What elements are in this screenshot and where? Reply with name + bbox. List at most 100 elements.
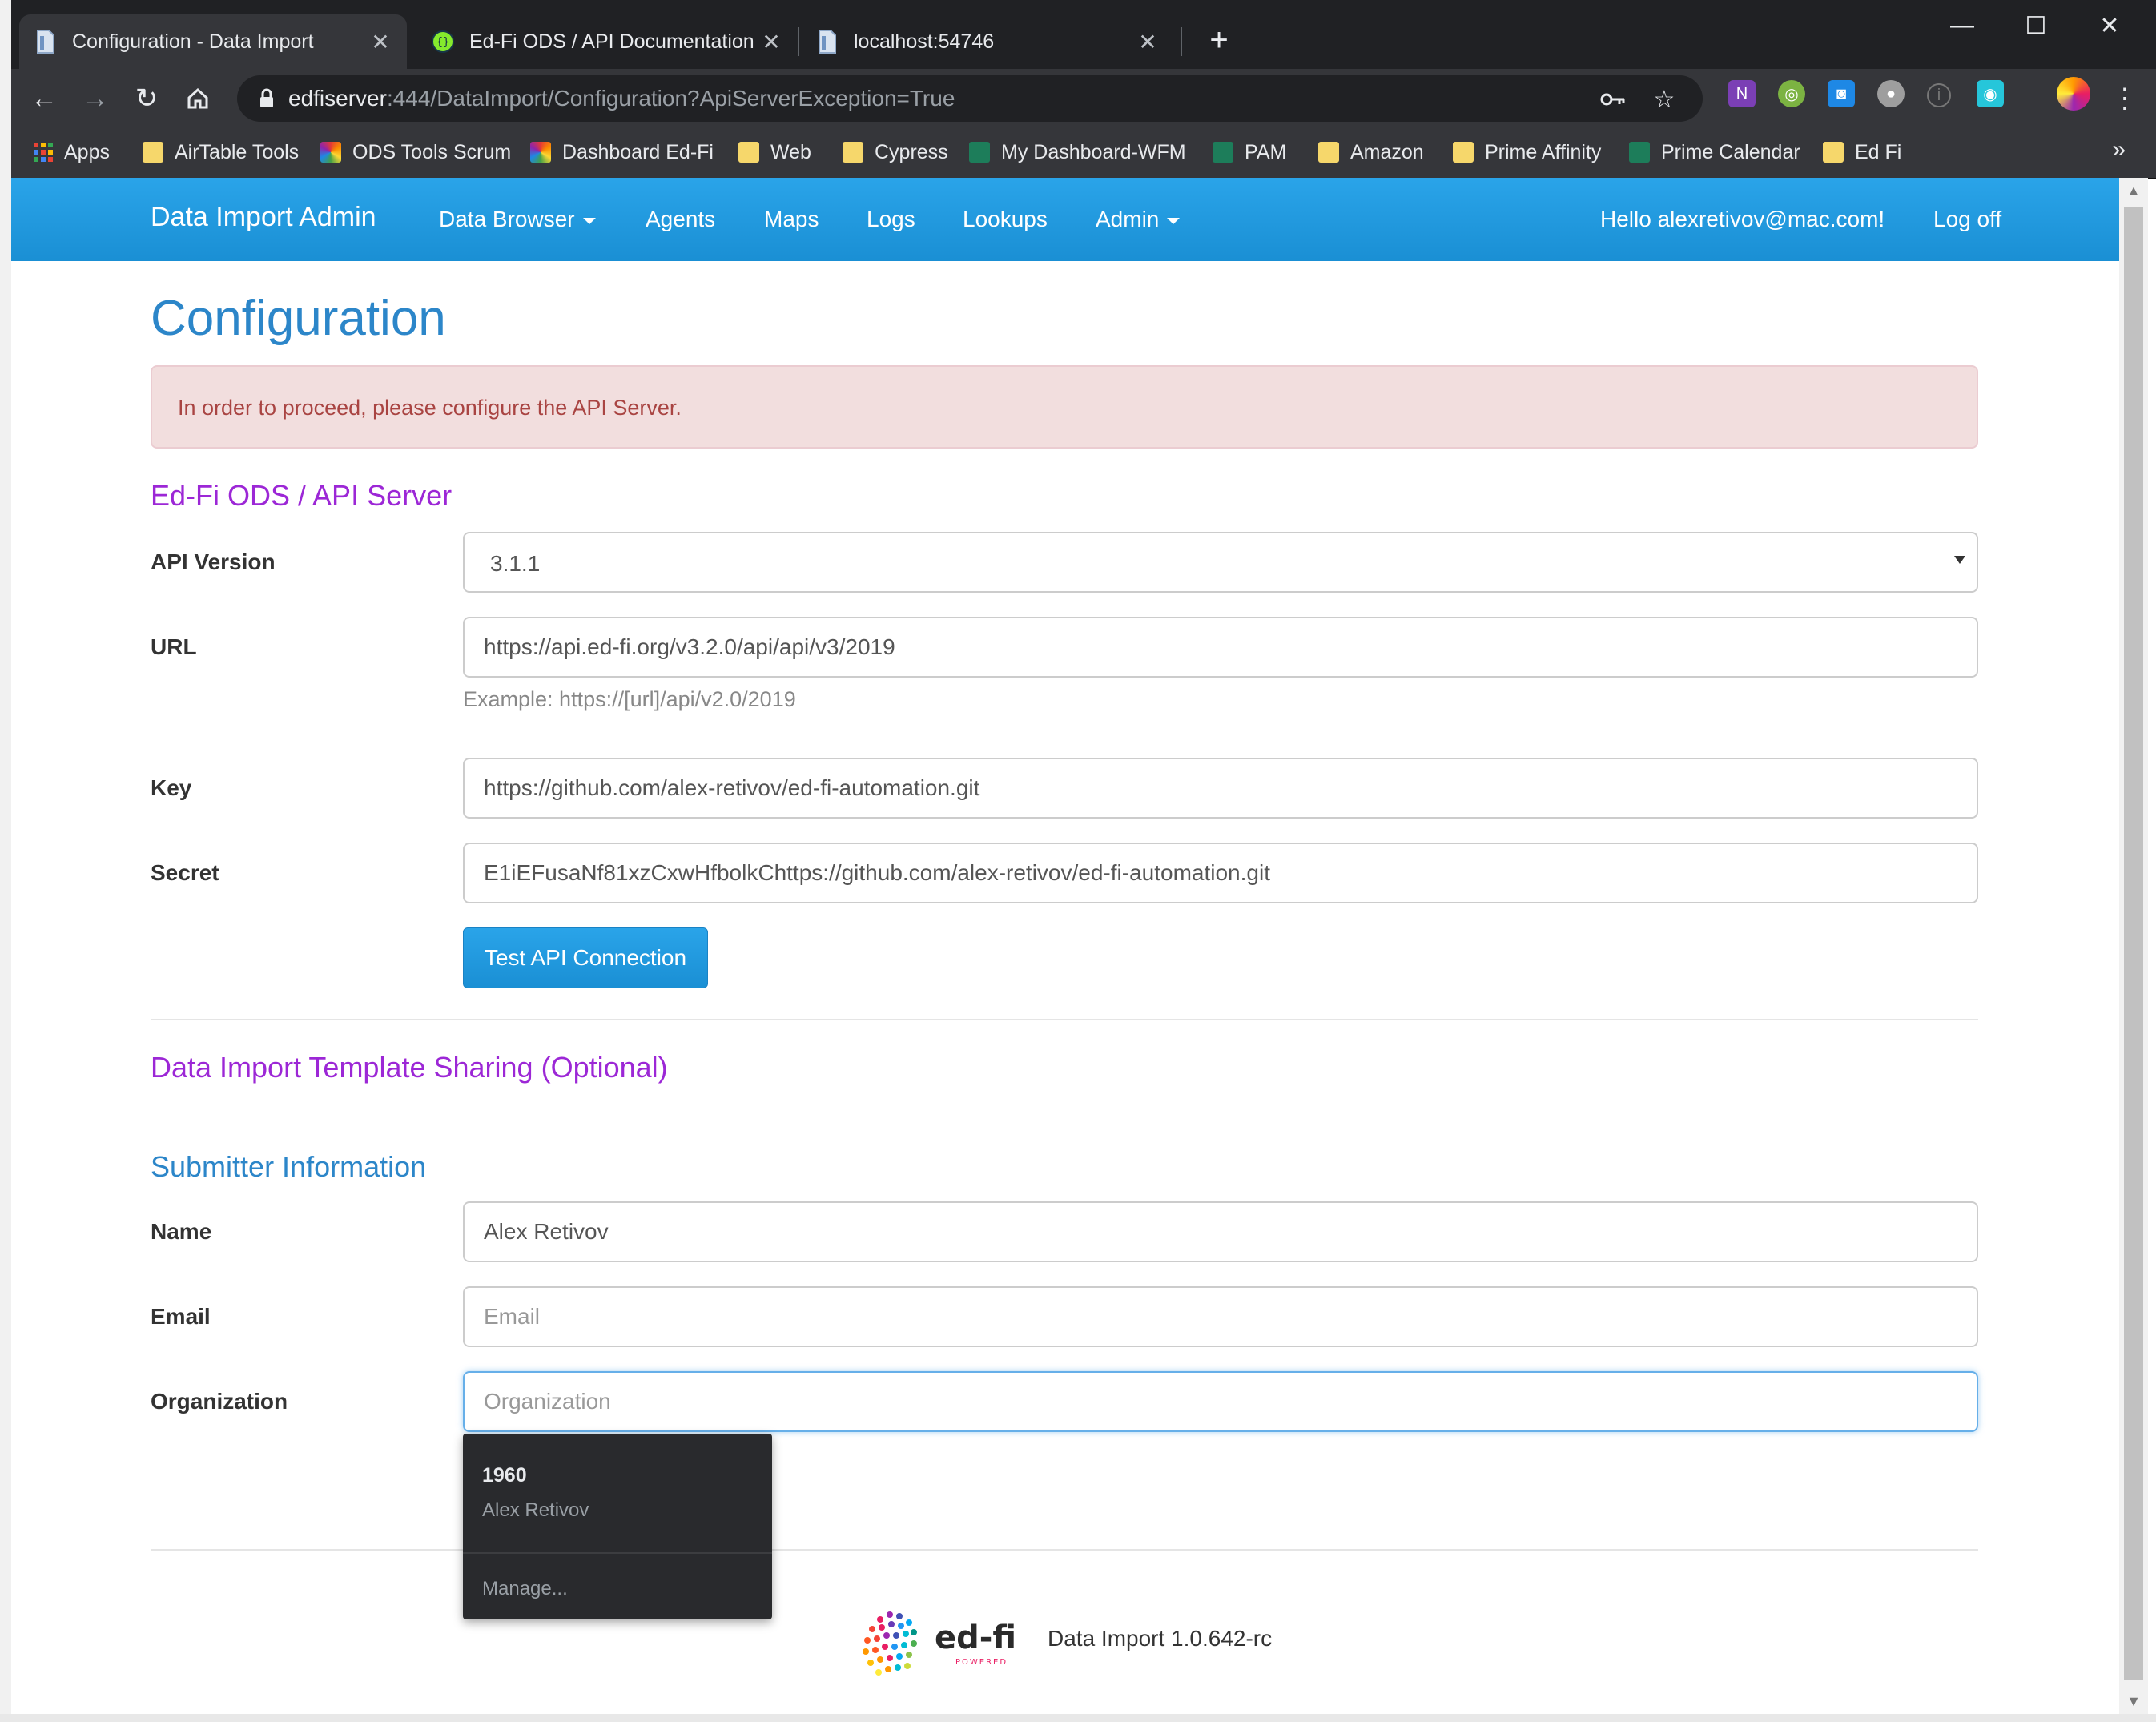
extension-gray-icon[interactable]: ● bbox=[1877, 80, 1905, 107]
email-label: Email bbox=[151, 1304, 211, 1329]
bookmark-amazon[interactable]: Amazon bbox=[1318, 136, 1424, 168]
close-tab-icon[interactable]: ✕ bbox=[1136, 29, 1160, 55]
desktop-bottom-edge bbox=[0, 1714, 2156, 1722]
nav-admin[interactable]: Admin bbox=[1096, 207, 1181, 232]
folder-icon bbox=[1318, 142, 1339, 163]
api-version-value: 3.1.1 bbox=[490, 551, 541, 576]
page-viewport: Data Import Admin Data Browser Agents Ma… bbox=[11, 178, 2119, 1714]
bookmarks-bar: Apps AirTable Tools ODS Tools Scrum Dash… bbox=[11, 128, 2156, 179]
test-api-connection-button[interactable]: Test API Connection bbox=[463, 927, 708, 988]
tab-api-documentation[interactable]: {} Ed-Fi ODS / API Documentation ✕ bbox=[416, 14, 798, 69]
bookmark-my-dashboard-wfm[interactable]: My Dashboard-WFM bbox=[969, 136, 1186, 168]
starburst-icon bbox=[320, 142, 341, 163]
minimize-icon[interactable]: — bbox=[1930, 8, 1994, 43]
folder-icon bbox=[1823, 142, 1844, 163]
svg-text:{}: {} bbox=[436, 36, 450, 49]
lock-icon bbox=[255, 87, 279, 111]
browser-toolbar: ← → ↻ edfiserver:444/DataImport/Configur… bbox=[11, 69, 2156, 128]
new-tab-button[interactable]: + bbox=[1197, 18, 1241, 62]
bookmark-ed-fi[interactable]: Ed Fi bbox=[1823, 136, 1901, 168]
bookmark-label: AirTable Tools bbox=[175, 140, 300, 163]
close-window-icon[interactable]: ✕ bbox=[2078, 8, 2142, 43]
bookmark-label: My Dashboard-WFM bbox=[1001, 140, 1186, 163]
autofill-suggestion[interactable]: 1960 Alex Retivov bbox=[463, 1434, 772, 1554]
browser-chrome: Configuration - Data Import ✕ {} Ed-Fi O… bbox=[11, 0, 2156, 179]
section-divider bbox=[151, 1019, 1978, 1020]
address-bar[interactable]: edfiserver:444/DataImport/Configuration?… bbox=[237, 75, 1703, 122]
bookmark-label: Amazon bbox=[1350, 140, 1424, 163]
bookmark-label: Prime Affinity bbox=[1485, 140, 1602, 163]
nav-logs[interactable]: Logs bbox=[867, 207, 915, 232]
bookmark-ods-tools-scrum[interactable]: ODS Tools Scrum bbox=[320, 136, 511, 168]
bookmark-star-icon[interactable]: ☆ bbox=[1650, 85, 1679, 114]
caret-down-icon bbox=[1167, 217, 1181, 224]
tab-strip: Configuration - Data Import ✕ {} Ed-Fi O… bbox=[11, 0, 2156, 69]
maximize-icon[interactable]: ☐ bbox=[2004, 8, 2068, 43]
nav-agents[interactable]: Agents bbox=[646, 207, 715, 232]
menu-kebab-icon[interactable]: ⋮ bbox=[2106, 80, 2143, 117]
screenshot-icon[interactable]: ◙ bbox=[1828, 80, 1855, 107]
bookmark-label: Prime Calendar bbox=[1661, 140, 1800, 163]
tab-configuration[interactable]: Configuration - Data Import ✕ bbox=[19, 14, 407, 69]
bookmark-dashboard-ed-fi[interactable]: Dashboard Ed-Fi bbox=[530, 136, 714, 168]
url-input[interactable] bbox=[463, 617, 1978, 678]
reload-icon[interactable]: ↻ bbox=[128, 80, 165, 117]
close-tab-icon[interactable]: ✕ bbox=[368, 29, 392, 55]
close-tab-icon[interactable]: ✕ bbox=[759, 29, 783, 55]
folder-icon bbox=[1453, 142, 1474, 163]
api-version-label: API Version bbox=[151, 549, 276, 574]
extension-teal-icon[interactable]: ◉ bbox=[1977, 80, 2004, 107]
autofill-suggestion-subtitle: Alex Retivov bbox=[482, 1499, 589, 1521]
onenote-icon[interactable]: N bbox=[1728, 80, 1756, 107]
nav-maps[interactable]: Maps bbox=[764, 207, 819, 232]
submitter-heading: Submitter Information bbox=[151, 1150, 427, 1183]
autofill-suggestion-title: 1960 bbox=[482, 1464, 527, 1487]
forward-icon[interactable]: → bbox=[77, 80, 114, 117]
user-greeting[interactable]: Hello alexretivov@mac.com! bbox=[1600, 207, 1884, 232]
bookmarks-overflow-icon[interactable]: » bbox=[2112, 136, 2126, 163]
nav-data-browser[interactable]: Data Browser bbox=[439, 207, 596, 232]
name-input[interactable] bbox=[463, 1201, 1978, 1262]
organization-label: Organization bbox=[151, 1389, 288, 1414]
tab-title: Configuration - Data Import bbox=[72, 30, 314, 53]
scrollbar-thumb[interactable] bbox=[2124, 207, 2143, 1680]
app-navbar: Data Import Admin Data Browser Agents Ma… bbox=[11, 178, 2119, 261]
home-icon[interactable] bbox=[179, 80, 216, 117]
template-sharing-heading: Data Import Template Sharing (Optional) bbox=[151, 1051, 668, 1084]
bookmark-prime-calendar[interactable]: Prime Calendar bbox=[1629, 136, 1800, 168]
brand-link[interactable]: Data Import Admin bbox=[151, 202, 376, 233]
bookmark-airtable-tools[interactable]: AirTable Tools bbox=[143, 136, 299, 168]
scroll-down-icon[interactable]: ▼ bbox=[2119, 1688, 2148, 1714]
info-icon[interactable]: i bbox=[1927, 83, 1951, 107]
profile-avatar[interactable] bbox=[2057, 77, 2090, 111]
organization-input[interactable] bbox=[463, 1371, 1978, 1432]
key-input[interactable] bbox=[463, 758, 1978, 819]
bookmark-prime-affinity[interactable]: Prime Affinity bbox=[1453, 136, 1601, 168]
bookmark-label: Apps bbox=[64, 140, 110, 163]
address-host: edfiserver bbox=[288, 86, 387, 111]
email-input[interactable] bbox=[463, 1286, 1978, 1347]
wfm-icon bbox=[969, 142, 990, 163]
bookmark-label: Dashboard Ed-Fi bbox=[562, 140, 714, 163]
extension-green-icon[interactable]: ◎ bbox=[1778, 80, 1805, 107]
back-icon[interactable]: ← bbox=[26, 80, 62, 117]
autofill-dropdown: 1960 Alex Retivov Manage... bbox=[463, 1434, 772, 1619]
bookmark-apps[interactable]: Apps bbox=[34, 136, 110, 168]
page-icon bbox=[815, 30, 839, 54]
key-icon[interactable] bbox=[1599, 85, 1627, 114]
nav-label: Data Browser bbox=[439, 207, 575, 231]
url-help-text: Example: https://[url]/api/v2.0/2019 bbox=[463, 687, 796, 711]
page-scrollbar[interactable]: ▲ ▼ bbox=[2119, 178, 2148, 1714]
bookmark-cypress[interactable]: Cypress bbox=[843, 136, 948, 168]
scroll-up-icon[interactable]: ▲ bbox=[2119, 178, 2148, 203]
wfm-icon bbox=[1213, 142, 1233, 163]
api-version-select[interactable]: 3.1.1 bbox=[463, 532, 1978, 593]
tab-localhost[interactable]: localhost:54746 ✕ bbox=[801, 14, 1174, 69]
bookmark-pam[interactable]: PAM bbox=[1213, 136, 1286, 168]
logoff-link[interactable]: Log off bbox=[1933, 207, 2001, 232]
bookmark-web[interactable]: Web bbox=[738, 136, 811, 168]
folder-icon bbox=[738, 142, 759, 163]
nav-lookups[interactable]: Lookups bbox=[963, 207, 1048, 232]
autofill-manage-link[interactable]: Manage... bbox=[482, 1578, 568, 1600]
secret-input[interactable] bbox=[463, 843, 1978, 903]
